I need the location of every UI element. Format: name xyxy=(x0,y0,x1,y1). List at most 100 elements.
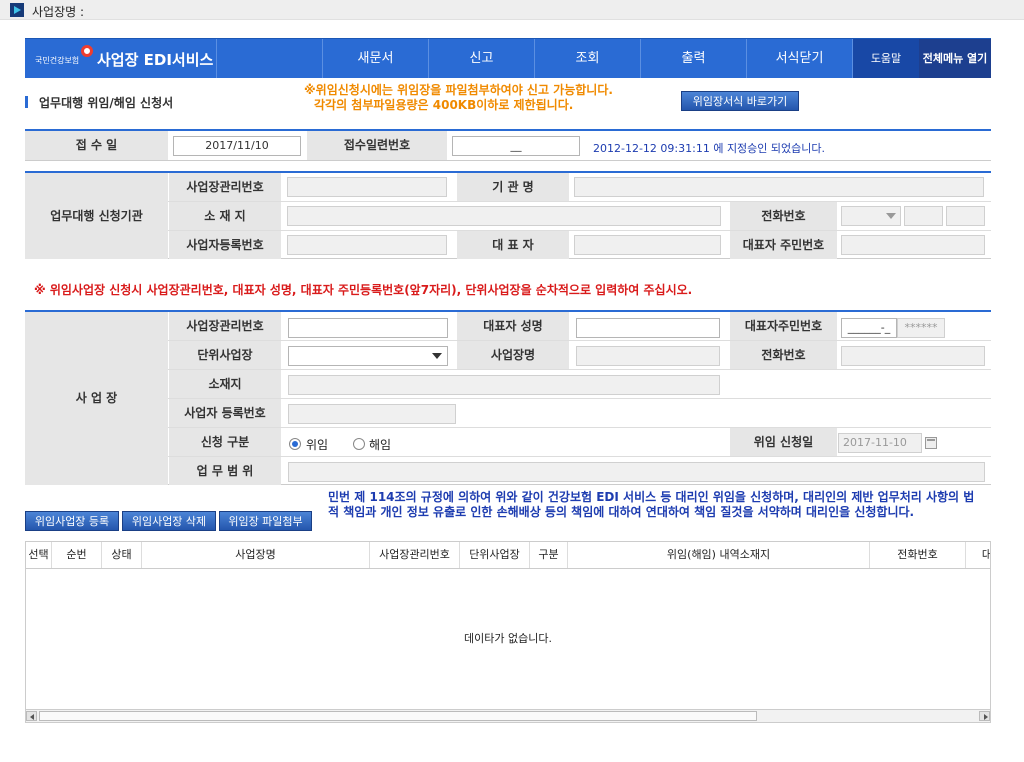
approval-status-text: 2012-12-12 09:31:11 에 지정승인 되었습니다. xyxy=(593,142,826,155)
help-button[interactable]: 도움말 xyxy=(853,39,919,78)
chevron-down-icon xyxy=(886,213,896,219)
app-icon xyxy=(10,3,24,17)
col-phone[interactable]: 전화번호 xyxy=(870,542,966,568)
wp-mgmt-no-label: 사업장관리번호 xyxy=(169,312,281,340)
table-header: 선택 순번 상태 사업장명 사업장관리번호 단위사업장 구분 위임(해임) 내역… xyxy=(26,542,990,569)
wp-rep-id-label: 대표자주민번호 xyxy=(730,312,837,340)
agency-biz-reg-field[interactable] xyxy=(287,235,447,255)
register-delegation-button[interactable]: 위임사업장 등록 xyxy=(25,511,119,531)
agency-section: 업무대행 신청기관 사업장관리번호 기 관 명 소 재 지 전화번호 사업자등록… xyxy=(25,171,991,259)
logo-dot-icon xyxy=(81,45,93,57)
nav-new-document[interactable]: 새문서 xyxy=(323,39,429,78)
agency-mgmt-no-field[interactable] xyxy=(287,177,447,197)
agency-org-name-field[interactable] xyxy=(574,177,984,197)
col-type[interactable]: 구분 xyxy=(530,542,568,568)
wp-mgmt-no-field[interactable] xyxy=(288,318,448,338)
workplace-section-label: 사 업 장 xyxy=(25,312,168,485)
agency-location-field[interactable] xyxy=(287,206,721,226)
workplace-section: 사 업 장 사업장관리번호 대표자 성명 대표자주민번호 ______-_ **… xyxy=(25,310,991,485)
wp-name-label: 사업장명 xyxy=(457,341,569,369)
window-title: 사업장명 : xyxy=(32,5,85,19)
all-menu-button[interactable]: 전체메뉴 열기 xyxy=(919,39,991,78)
col-seq[interactable]: 순번 xyxy=(52,542,102,568)
notice-line-1: ※위임신청시에는 위임장을 파일첨부하여야 신고 가능합니다. xyxy=(304,83,613,97)
wp-location-field[interactable] xyxy=(288,375,720,395)
row-divider xyxy=(168,340,991,341)
col-mgmt-no[interactable]: 사업장관리번호 xyxy=(370,542,460,568)
delete-delegation-button[interactable]: 위임사업장 삭제 xyxy=(122,511,216,531)
scroll-thumb[interactable] xyxy=(39,711,757,721)
receipt-serial-field[interactable]: __ xyxy=(452,136,580,156)
nav-print[interactable]: 출력 xyxy=(641,39,747,78)
attachment-notice: ※위임신청시에는 위임장을 파일첨부하여야 신고 가능합니다. 각각의 첨부파일… xyxy=(304,83,674,113)
radio-delegate[interactable] xyxy=(289,438,301,450)
agency-rep-label: 대 표 자 xyxy=(457,231,569,259)
col-workplace-name[interactable]: 사업장명 xyxy=(142,542,370,568)
wp-unit-label: 단위사업장 xyxy=(169,341,281,369)
radio-dismiss[interactable] xyxy=(353,438,365,450)
calendar-icon[interactable] xyxy=(925,437,937,449)
agency-rep-id-field[interactable] xyxy=(841,235,985,255)
delegation-form-link-button[interactable]: 위임장서식 바로가기 xyxy=(681,91,799,111)
wp-phone-field[interactable] xyxy=(841,346,985,366)
logo-org: 국민건강보험 xyxy=(35,56,80,65)
logo: 국민건강보험 사업장 EDI서비스 xyxy=(25,39,217,78)
row-divider xyxy=(168,427,991,428)
wp-type-label: 신청 구분 xyxy=(169,428,281,456)
wp-rep-id-front-field[interactable]: ______-_ xyxy=(841,318,897,338)
col-rep[interactable]: 대 xyxy=(966,542,990,568)
row-divider xyxy=(168,201,991,202)
notice-line-2: 각각의 첨부파일용량은 400KB이하로 제한됩니다. xyxy=(314,98,574,112)
agency-phone-mid-field[interactable] xyxy=(904,206,943,226)
wp-biz-reg-field[interactable] xyxy=(288,404,456,424)
agency-phone-label: 전화번호 xyxy=(730,202,837,230)
receipt-date-label: 접 수 일 xyxy=(25,131,168,160)
attach-delegation-file-button[interactable]: 위임장 파일첨부 xyxy=(219,511,312,531)
scroll-left-icon[interactable] xyxy=(26,711,37,721)
nav-close-form[interactable]: 서식닫기 xyxy=(747,39,853,78)
receipt-date-field[interactable]: 2017/11/10 xyxy=(173,136,301,156)
col-unit[interactable]: 단위사업장 xyxy=(460,542,530,568)
top-navbar: 국민건강보험 사업장 EDI서비스 새문서 신고 조회 출력 서식닫기 도움말 … xyxy=(25,38,991,78)
agency-rep-field[interactable] xyxy=(574,235,721,255)
receipt-row: 접 수 일 2017/11/10 접수일련번호 __ 2012-12-12 09… xyxy=(25,129,991,161)
logo-text: 사업장 EDI서비스 xyxy=(97,51,214,69)
nav-report[interactable]: 신고 xyxy=(429,39,535,78)
nav-spacer xyxy=(217,39,323,78)
agency-org-name-label: 기 관 명 xyxy=(457,173,569,201)
agency-location-label: 소 재 지 xyxy=(169,202,281,230)
row-divider xyxy=(168,230,991,231)
wp-apply-date-field[interactable]: 2017-11-10 xyxy=(838,433,922,453)
col-status[interactable]: 상태 xyxy=(102,542,142,568)
wp-phone-label: 전화번호 xyxy=(730,341,837,369)
wp-scope-label: 업 무 범 위 xyxy=(169,457,281,485)
nav-inquiry[interactable]: 조회 xyxy=(535,39,641,78)
col-select[interactable]: 선택 xyxy=(26,542,52,568)
horizontal-scrollbar[interactable] xyxy=(25,709,991,723)
nhis-logo-icon: 국민건강보험 xyxy=(35,45,93,71)
wp-scope-field[interactable] xyxy=(288,462,985,482)
wp-rep-name-field[interactable] xyxy=(576,318,720,338)
wp-name-field[interactable] xyxy=(576,346,720,366)
wp-location-label: 소재지 xyxy=(169,370,281,398)
radio-dismiss-label: 해임 xyxy=(369,438,392,452)
page-title-text: 업무대행 위임/해임 신청서 xyxy=(39,96,174,110)
agency-rep-id-label: 대표자 주민번호 xyxy=(730,231,837,259)
delegation-table: 선택 순번 상태 사업장명 사업장관리번호 단위사업장 구분 위임(해임) 내역… xyxy=(25,541,991,721)
agency-section-label: 업무대행 신청기관 xyxy=(25,173,168,259)
title-bar-marker xyxy=(25,96,28,108)
empty-message: 데이타가 없습니다. xyxy=(464,632,552,645)
declaration-text: 민번 제 114조의 규정에 의하여 위와 같이 건강보험 EDI 서비스 등 … xyxy=(328,490,975,519)
row-divider xyxy=(168,398,991,399)
wp-unit-select[interactable] xyxy=(288,346,448,366)
wp-rep-name-label: 대표자 성명 xyxy=(457,312,569,340)
agency-phone-area-select[interactable] xyxy=(841,206,901,226)
col-location[interactable]: 위임(해임) 내역소재지 xyxy=(568,542,870,568)
receipt-serial-label: 접수일련번호 xyxy=(307,131,447,160)
scroll-right-icon[interactable] xyxy=(979,711,990,721)
agency-mgmt-no-label: 사업장관리번호 xyxy=(169,173,281,201)
wp-rep-id-mask-field[interactable]: ****** xyxy=(897,318,945,338)
row-divider xyxy=(168,456,991,457)
agency-phone-last-field[interactable] xyxy=(946,206,985,226)
wp-biz-reg-label: 사업자 등록번호 xyxy=(169,399,281,427)
